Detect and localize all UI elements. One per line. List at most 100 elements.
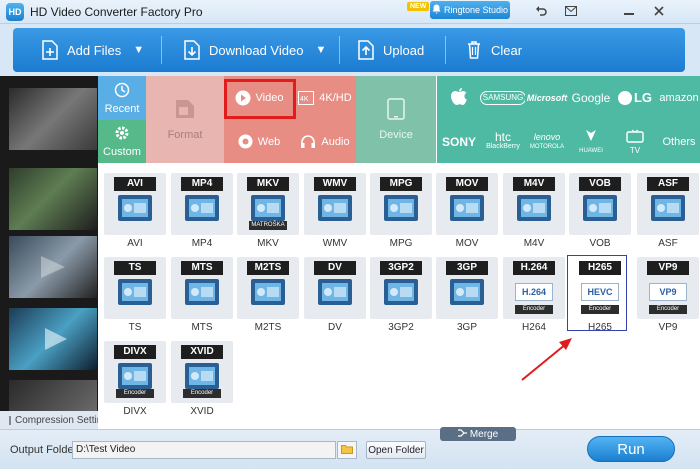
format-tag: MPG xyxy=(380,177,422,191)
output-folder-field[interactable]: D:\Test Video xyxy=(72,441,336,459)
open-folder-button[interactable]: Open Folder xyxy=(366,441,426,459)
format-item-mov[interactable]: MOV MOV xyxy=(436,173,498,255)
format-item-xvid[interactable]: XVID Encoder XVID xyxy=(171,341,233,423)
format-art-icon xyxy=(448,193,486,231)
format-art-icon: HEVC Encoder xyxy=(581,277,619,315)
format-item-mpg[interactable]: MPG MPG xyxy=(370,173,432,255)
4khd-category-tab[interactable]: 4K 4K/HD xyxy=(294,76,356,120)
format-item-m4v[interactable]: M4V M4V xyxy=(503,173,565,255)
brand-lg[interactable]: LG xyxy=(613,76,657,120)
format-item-vob[interactable]: VOB VOB xyxy=(569,173,631,255)
brand-huawei[interactable]: HUAWEI xyxy=(569,120,613,164)
format-tag: VOB xyxy=(579,177,621,191)
run-button[interactable]: Run xyxy=(587,436,675,462)
video-category-tab[interactable]: Video xyxy=(224,76,294,120)
brand-microsoft[interactable]: Microsoft xyxy=(525,76,569,120)
mail-icon[interactable] xyxy=(560,2,582,20)
video-thumbnail[interactable] xyxy=(9,168,97,230)
minimize-icon[interactable] xyxy=(618,2,640,20)
output-folder-label: Output Folder: xyxy=(10,444,81,456)
format-tag: 3GP xyxy=(446,261,488,275)
format-art-icon: VP9 Encoder xyxy=(649,277,687,315)
lg-circle-icon xyxy=(617,91,632,105)
format-item-avi[interactable]: AVI AVI xyxy=(104,173,166,255)
format-item-divx[interactable]: DIVX Encoder DIVX xyxy=(104,341,166,423)
4khd-label: 4K/HD xyxy=(319,92,352,104)
app-logo-icon: HD xyxy=(6,3,24,21)
bell-icon xyxy=(432,4,441,16)
format-item-m2ts[interactable]: M2TS M2TS xyxy=(237,257,299,339)
download-video-button[interactable]: Download Video ▼ xyxy=(183,28,326,72)
apple-icon xyxy=(450,86,468,110)
brand-others[interactable]: Others xyxy=(657,120,700,164)
brand-amazon[interactable]: amazon xyxy=(657,76,700,120)
format-item-3gp[interactable]: 3GP 3GP xyxy=(436,257,498,339)
video-thumbnail[interactable] xyxy=(9,236,97,298)
format-art-icon xyxy=(382,277,420,315)
ringtone-studio-label: Ringtone Studio xyxy=(443,5,509,15)
brand-tv[interactable]: TV xyxy=(613,120,657,164)
clear-button[interactable]: Clear xyxy=(465,28,522,72)
toolbar-divider xyxy=(161,36,162,64)
toolbar-divider xyxy=(339,36,340,64)
format-tag: MP4 xyxy=(181,177,223,191)
codec-badge: VP9 xyxy=(649,283,687,301)
web-label: Web xyxy=(257,135,281,148)
merge-button[interactable]: Merge xyxy=(440,427,516,441)
download-video-label: Download Video xyxy=(209,42,304,58)
brand-apple[interactable] xyxy=(437,76,481,120)
video-thumbnail[interactable] xyxy=(9,380,97,412)
film-reel-icon xyxy=(185,279,219,305)
brand-lenovo[interactable]: lenovo MOTOROLA xyxy=(525,120,569,164)
format-item-wmv[interactable]: WMV WMV xyxy=(304,173,366,255)
format-item-vp9[interactable]: VP9 VP9 Encoder VP9 xyxy=(637,257,699,339)
format-item-mp4[interactable]: MP4 MP4 xyxy=(171,173,233,255)
add-files-button[interactable]: Add Files ▼ xyxy=(41,28,144,72)
format-item-mkv[interactable]: MKV MATROŠKA MKV xyxy=(237,173,299,255)
format-art-icon xyxy=(316,193,354,231)
huawei-icon xyxy=(583,128,599,146)
custom-tab[interactable]: Custom xyxy=(98,120,146,163)
format-item-h264[interactable]: H.264 H.264 Encoder H264 xyxy=(503,257,565,339)
category-row: Recent Custom Format Video 4K 4K/HD Web … xyxy=(98,76,700,164)
brand-samsung[interactable]: SAMSUNG xyxy=(479,76,527,120)
format-item-h265[interactable]: H265 HEVC Encoder H265 xyxy=(567,255,631,339)
format-item-asf[interactable]: ASF ASF xyxy=(637,173,699,255)
format-item-dv[interactable]: DV DV xyxy=(304,257,366,339)
format-label: VP9 xyxy=(658,322,678,333)
upload-button[interactable]: Upload xyxy=(357,28,424,72)
film-reel-icon xyxy=(384,279,418,305)
add-files-label: Add Files xyxy=(67,42,122,58)
audio-category-tab[interactable]: Audio xyxy=(294,120,356,163)
format-label: WMV xyxy=(322,238,348,249)
recent-label: Recent xyxy=(104,102,140,115)
compression-checkbox[interactable] xyxy=(9,415,11,425)
undo-icon[interactable] xyxy=(530,2,552,20)
format-tag: MOV xyxy=(446,177,488,191)
chevron-down-icon[interactable]: ▼ xyxy=(133,44,144,56)
format-tag: H265 xyxy=(579,261,621,275)
web-category-tab[interactable]: Web xyxy=(224,120,294,163)
close-icon[interactable] xyxy=(648,2,670,20)
format-item-mts[interactable]: MTS MTS xyxy=(171,257,233,339)
recent-tab[interactable]: Recent xyxy=(98,76,146,120)
format-tab[interactable]: Format xyxy=(146,76,224,163)
brand-htc[interactable]: htc BlackBerry xyxy=(481,120,525,164)
format-label: AVI xyxy=(127,238,143,249)
brand-sony[interactable]: SONY xyxy=(437,120,481,164)
video-thumbnail[interactable] xyxy=(9,88,97,150)
device-tab[interactable]: Device xyxy=(356,76,436,163)
format-item-3gp2[interactable]: 3GP2 3GP2 xyxy=(370,257,432,339)
format-item-ts[interactable]: TS TS xyxy=(104,257,166,339)
chevron-down-icon[interactable]: ▼ xyxy=(315,44,326,56)
format-art-icon xyxy=(116,193,154,231)
format-tag: ASF xyxy=(647,177,689,191)
brand-google[interactable]: Google xyxy=(569,76,613,120)
compression-settings[interactable]: Compression Settings xyxy=(0,411,113,429)
format-label: 3GP xyxy=(456,322,477,333)
ringtone-studio-button[interactable]: Ringtone Studio xyxy=(430,1,510,19)
film-reel-icon xyxy=(251,195,285,221)
bottom-bar: Merge Output Folder: D:\Test Video Open … xyxy=(0,427,700,469)
browse-folder-button[interactable] xyxy=(337,441,357,459)
video-thumbnail[interactable] xyxy=(9,308,97,370)
